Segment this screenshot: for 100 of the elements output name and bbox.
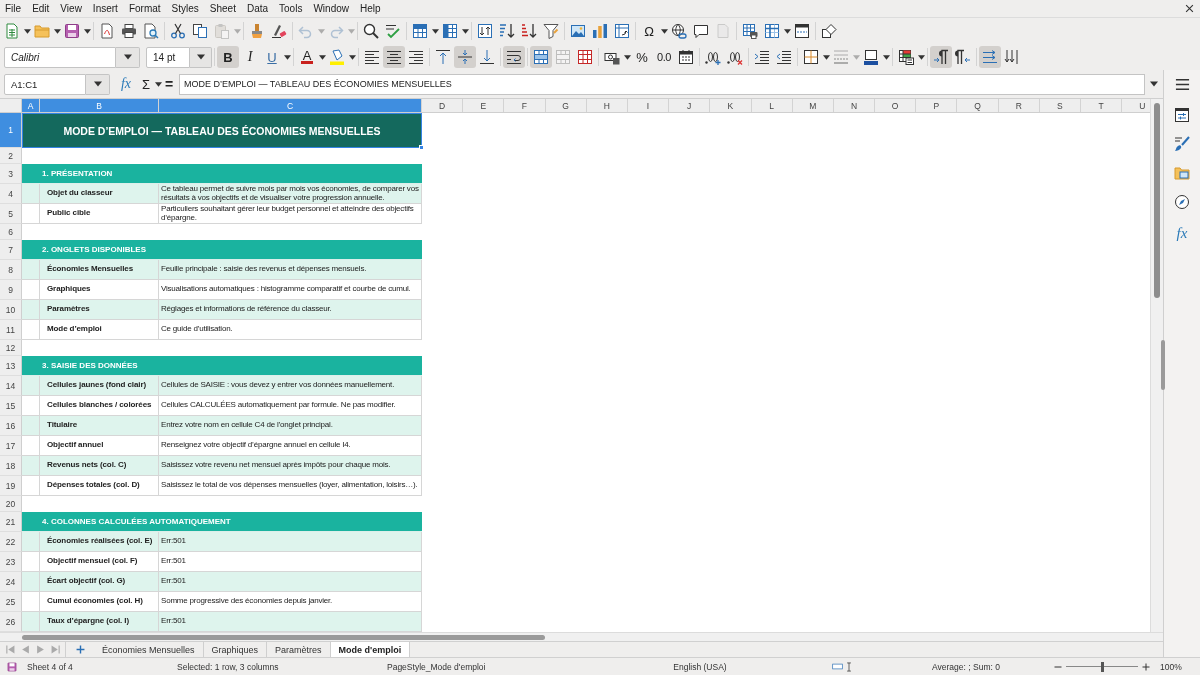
row-header[interactable]: 16 xyxy=(0,416,22,436)
menu-item[interactable]: Insert xyxy=(92,3,118,14)
row-header[interactable]: 7 xyxy=(0,240,22,260)
row-header[interactable]: 21 xyxy=(0,512,22,532)
caret-icon[interactable] xyxy=(882,53,890,61)
column-header[interactable]: R xyxy=(998,99,1040,112)
merge-and-center-button[interactable] xyxy=(530,46,552,68)
menu-item[interactable]: Sheet xyxy=(209,3,236,14)
folder-image-icon[interactable] xyxy=(1174,165,1190,181)
column-header[interactable]: E xyxy=(463,99,505,112)
menu-item[interactable]: File xyxy=(5,3,22,14)
menu-icon[interactable] xyxy=(1174,77,1190,92)
print-area-icon[interactable] xyxy=(742,23,758,39)
row-header[interactable]: 9 xyxy=(0,280,22,300)
column-header[interactable]: D xyxy=(422,99,464,112)
italic-button[interactable]: I xyxy=(239,46,261,68)
speech-bubble-icon[interactable] xyxy=(693,23,709,39)
sheet-tab[interactable]: Paramètres xyxy=(267,642,331,657)
row-header[interactable]: 6 xyxy=(0,224,22,240)
printer-icon[interactable] xyxy=(121,23,137,39)
font-name-dropdown[interactable] xyxy=(116,46,140,68)
menu-item[interactable]: Help xyxy=(360,3,381,14)
special-character-button[interactable]: Ω xyxy=(638,20,660,42)
row-header[interactable]: 4 xyxy=(0,184,22,204)
funnel-icon[interactable] xyxy=(543,23,559,39)
plus-icon[interactable] xyxy=(75,645,85,654)
column-header[interactable]: Q xyxy=(957,99,999,112)
row-header[interactable]: 24 xyxy=(0,572,22,592)
column-header[interactable]: O xyxy=(875,99,917,112)
column-header[interactable]: J xyxy=(669,99,711,112)
horizontal-scrollbar[interactable] xyxy=(0,632,1163,641)
bar-chart-icon[interactable] xyxy=(592,23,608,39)
menu-item[interactable]: View xyxy=(60,3,82,14)
freeze-grid-icon[interactable] xyxy=(764,23,780,39)
sort-ascending-icon[interactable] xyxy=(499,23,515,39)
borders-icon[interactable] xyxy=(803,49,819,65)
wrap-text-button[interactable] xyxy=(503,46,525,68)
number-format-button[interactable]: 0.0 xyxy=(653,46,675,68)
caret-icon[interactable] xyxy=(83,27,91,35)
sheet-tab[interactable]: Mode d'emploi xyxy=(330,642,411,657)
page-style-text[interactable]: PageStyle_Mode d'emploi xyxy=(387,661,486,672)
caret-icon[interactable] xyxy=(822,53,830,61)
indent-decrease-icon[interactable] xyxy=(776,49,792,65)
conditional-format-icon[interactable] xyxy=(898,49,914,65)
underline-button[interactable]: U xyxy=(261,46,283,68)
row-header[interactable]: 14 xyxy=(0,376,22,396)
document-magnifier-icon[interactable] xyxy=(143,23,159,39)
menu-item[interactable]: Styles xyxy=(171,3,199,14)
row-header[interactable]: 8 xyxy=(0,260,22,280)
row-header[interactable]: 12 xyxy=(0,340,22,356)
bold-button[interactable]: B xyxy=(217,46,239,68)
column-header[interactable]: G xyxy=(545,99,587,112)
shapes-icon[interactable] xyxy=(821,23,837,39)
delete-decimal-icon[interactable] xyxy=(727,49,743,65)
globe-link-icon[interactable] xyxy=(671,23,687,39)
eraser-icon[interactable] xyxy=(271,23,287,39)
zoom-level-text[interactable]: 100% xyxy=(1160,661,1182,672)
row-header[interactable]: 20 xyxy=(0,496,22,512)
row-header[interactable]: 23 xyxy=(0,552,22,572)
sidebar-collapse-handle[interactable] xyxy=(1161,340,1165,390)
row-header[interactable]: 22 xyxy=(0,532,22,552)
selection-handle-icon[interactable] xyxy=(419,145,424,150)
indent-increase-icon[interactable] xyxy=(754,49,770,65)
column-header[interactable]: L xyxy=(751,99,793,112)
add-decimal-icon[interactable] xyxy=(705,49,721,65)
compass-icon[interactable] xyxy=(1174,194,1190,210)
calendar-icon[interactable] xyxy=(678,49,694,65)
name-box-dropdown[interactable] xyxy=(86,73,110,95)
column-header[interactable]: S xyxy=(1039,99,1081,112)
text-cursor-icon[interactable] xyxy=(844,661,854,672)
document-icon[interactable] xyxy=(99,23,115,39)
row-header[interactable]: 2 xyxy=(0,148,22,164)
sum-button[interactable]: Σ xyxy=(138,73,154,95)
menu-item[interactable]: Edit xyxy=(32,3,50,14)
menu-item[interactable]: Tools xyxy=(279,3,303,14)
column-header[interactable]: M xyxy=(792,99,834,112)
row-header[interactable]: 18 xyxy=(0,456,22,476)
caret-icon[interactable] xyxy=(461,27,469,35)
caret-icon[interactable] xyxy=(783,27,791,35)
highlighter-icon[interactable] xyxy=(329,49,345,65)
scissors-icon[interactable] xyxy=(170,23,186,39)
name-box-field[interactable]: A1:C1 xyxy=(4,73,86,95)
sheet-tab[interactable]: Économies Mensuelles xyxy=(94,642,204,657)
row-header[interactable]: 10 xyxy=(0,300,22,320)
font-size-dropdown[interactable] xyxy=(190,46,212,68)
caret-icon[interactable] xyxy=(318,53,326,61)
sort-descending-icon[interactable] xyxy=(521,23,537,39)
font-size-field[interactable]: 14 pt xyxy=(146,46,190,68)
brush-icon[interactable] xyxy=(1174,136,1190,152)
rectangle-icon[interactable] xyxy=(832,661,843,672)
row-header[interactable]: 11 xyxy=(0,320,22,340)
column-header[interactable]: F xyxy=(504,99,546,112)
language-text[interactable]: English (USA) xyxy=(673,661,727,672)
caret-icon[interactable] xyxy=(283,53,291,61)
copy-icon[interactable] xyxy=(192,23,208,39)
formula-button[interactable]: = xyxy=(162,73,176,95)
left-to-right-button[interactable] xyxy=(930,46,952,68)
sort-icon[interactable] xyxy=(477,23,493,39)
row-header[interactable]: 26 xyxy=(0,612,22,632)
close-icon[interactable] xyxy=(1185,4,1194,13)
